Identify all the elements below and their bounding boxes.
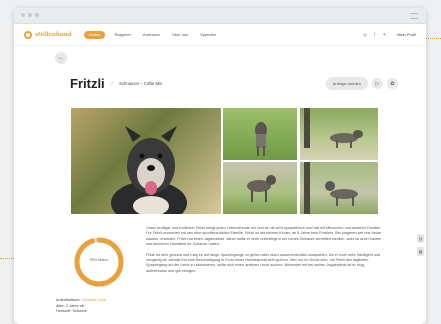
dog-description: Unser drolliger und frohlicher Fritzli b… — [146, 226, 382, 279]
dog-facts: Aufenthaltsort: Tierheim Lindli Alter: 2… — [56, 298, 106, 315]
instagram-icon[interactable]: ◎ — [363, 32, 367, 38]
gender-icon: ♂ — [109, 80, 115, 87]
dog-photo-4[interactable] — [300, 162, 378, 214]
match-ring-fill — [74, 237, 124, 287]
top-nav: stellenhund Hunde Ratgeber Adressen Über… — [14, 24, 426, 46]
browser-chrome — [14, 8, 426, 24]
request-button[interactable]: Anfrage senden — [325, 77, 368, 90]
dog-breed: Schnauzer – Collie Mix — [119, 81, 162, 86]
title-row: Fritzli ♂ Schnauzer – Collie Mix Anfrage… — [70, 76, 398, 91]
menu-icon[interactable] — [410, 13, 418, 19]
browser-window: stellenhund Hunde Ratgeber Adressen Über… — [14, 8, 426, 324]
logo[interactable]: stellenhund — [24, 30, 72, 39]
edge-guide-left — [0, 258, 14, 259]
nav-items: Hunde Ratgeber Adressen Über uns Spenden — [83, 30, 363, 39]
fact-shelter: Aufenthaltsort: Tierheim Lindli — [56, 298, 106, 304]
logo-icon — [24, 30, 32, 39]
logo-text: stellenhund — [35, 31, 72, 38]
shelter-link[interactable]: Tierheim Lindli — [81, 298, 106, 302]
dog-photo-2[interactable] — [300, 108, 378, 160]
nav-item-hunde[interactable]: Hunde — [83, 30, 106, 39]
dog-photo-3[interactable] — [223, 162, 297, 214]
side-tabs: ▤ ▦ — [417, 234, 424, 256]
share-button[interactable]: ▷ — [372, 78, 383, 89]
dog-name: Fritzli — [70, 76, 105, 91]
match-label: 95% Match — [89, 258, 109, 262]
side-tab-1[interactable]: ▤ — [417, 234, 424, 243]
fact-origin: Herkunft: Schweiz — [56, 309, 87, 314]
photo-gallery — [71, 108, 378, 214]
nav-item-ratgeber[interactable]: Ratgeber — [111, 31, 133, 39]
description-paragraph-2: Fritzli ist sehr gesund und mag es auf l… — [146, 252, 381, 273]
match-ring-chart — [74, 237, 124, 287]
main-dog-photo[interactable] — [71, 108, 221, 214]
back-button[interactable]: ← — [55, 52, 67, 64]
edge-guide-right — [424, 38, 441, 39]
window-dots — [21, 13, 39, 17]
description-paragraph-1: Unser drolliger und frohlicher Fritzli b… — [146, 226, 382, 247]
match-ring: 95% Match — [69, 232, 129, 292]
nav-item-spenden[interactable]: Spenden — [197, 31, 219, 39]
fact-shelter-label: Aufenthaltsort: — [56, 298, 81, 302]
nav-right: ◎ f ✦ Mein Profil — [363, 32, 416, 38]
share-icon: ▷ — [375, 80, 380, 87]
nav-item-adressen[interactable]: Adressen — [140, 31, 163, 39]
dog-photo-1[interactable] — [223, 108, 297, 160]
profile-link[interactable]: Mein Profil — [397, 32, 416, 37]
title-actions: Anfrage senden ▷ ✿ — [325, 77, 398, 90]
paw-icon: ✿ — [390, 80, 395, 87]
facebook-icon[interactable]: f — [374, 32, 375, 37]
side-tab-2[interactable]: ▦ — [417, 247, 424, 256]
arrow-left-icon: ← — [58, 55, 64, 61]
nav-item-ueber-uns[interactable]: Über uns — [169, 31, 191, 39]
favorite-button[interactable]: ✿ — [387, 78, 398, 89]
twitter-icon[interactable]: ✦ — [382, 32, 386, 38]
